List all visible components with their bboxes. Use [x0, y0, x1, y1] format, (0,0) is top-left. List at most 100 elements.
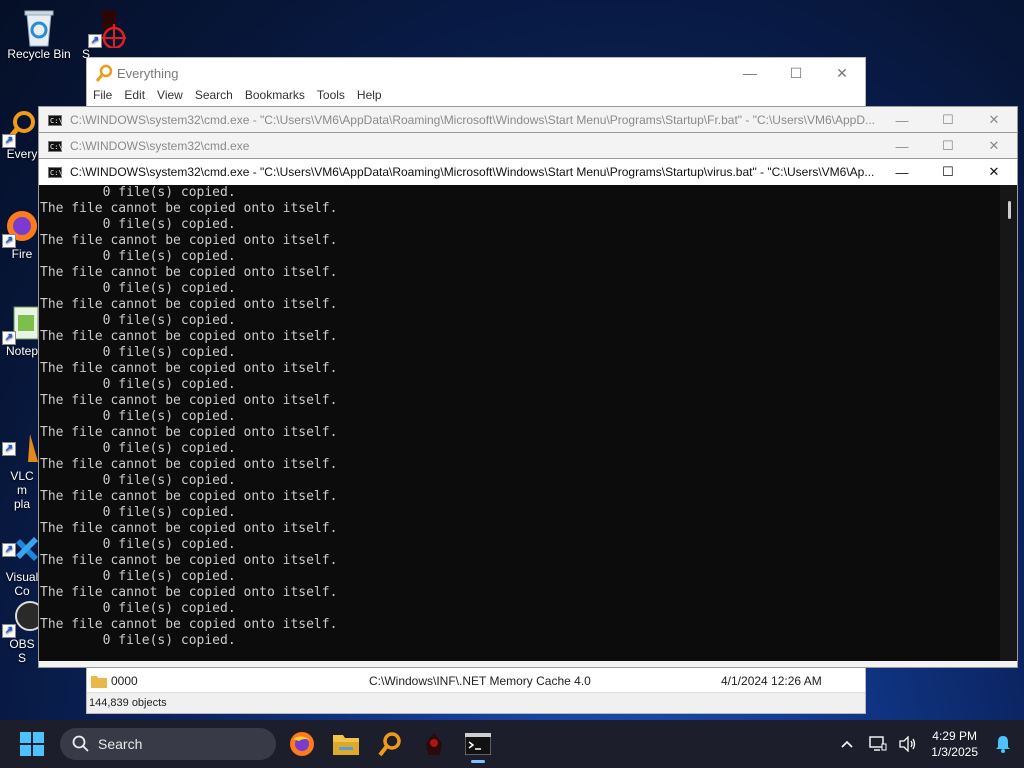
maximize-button[interactable]: ☐ — [773, 58, 819, 88]
cmd-titlebar[interactable]: C:\ C:\WINDOWS\system32\cmd.exe - "C:\Us… — [39, 107, 1017, 133]
menu-search[interactable]: Search — [195, 88, 233, 106]
taskbar-cmd[interactable] — [458, 724, 498, 764]
scrollbar-thumb[interactable] — [1008, 201, 1011, 219]
close-button[interactable]: ✕ — [819, 58, 865, 88]
console-line: The file cannot be copied onto itself. — [40, 425, 338, 440]
console-line: The file cannot be copied onto itself. — [40, 489, 338, 504]
cmd-window-fr[interactable]: C:\ C:\WINDOWS\system32\cmd.exe - "C:\Us… — [38, 106, 1018, 134]
result-path: C:\Windows\INF\.NET Memory Cache 4.0 — [369, 674, 591, 688]
taskbar-search[interactable]: Search — [60, 728, 276, 760]
desktop-icon-obs[interactable]: ↗ OBS S — [2, 598, 45, 665]
console-line: The file cannot be copied onto itself. — [40, 617, 338, 632]
menu-view[interactable]: View — [157, 88, 183, 106]
everything-shortcut-icon: ↗ — [2, 108, 40, 148]
desktop-icon-label: Fire — [11, 247, 33, 261]
console-line: 0 file(s) copied. — [40, 537, 236, 552]
shortcut-arrow-icon: ↗ — [88, 34, 102, 48]
menu-file[interactable]: File — [93, 88, 112, 106]
notifications-button[interactable] — [992, 724, 1014, 764]
menu-tools[interactable]: Tools — [317, 88, 345, 106]
desktop-icon-label: Recycle Bin — [7, 47, 71, 61]
console-line: 0 file(s) copied. — [40, 313, 236, 328]
maximize-button[interactable]: ☐ — [925, 133, 971, 159]
taskbar-firefox[interactable] — [282, 724, 322, 764]
everything-icon — [95, 64, 113, 82]
desktop-icon-everything[interactable]: ↗ Every — [2, 108, 40, 161]
everything-statusbar: 144,839 objects — [87, 692, 865, 713]
cmd-icon — [465, 733, 491, 755]
menu-bookmarks[interactable]: Bookmarks — [245, 88, 305, 106]
shortcut-arrow-icon: ↗ — [2, 543, 16, 557]
tray-overflow-button[interactable] — [833, 724, 861, 764]
console-line: 0 file(s) copied. — [40, 473, 236, 488]
close-button[interactable]: ✕ — [971, 107, 1017, 133]
minimize-button[interactable]: — — [879, 159, 925, 185]
everything-titlebar[interactable]: Everything — ☐ ✕ — [87, 58, 865, 88]
desktop-icon-notepad[interactable]: ↗ Notep — [2, 305, 40, 358]
taskbar: Search 4:29 PM 1/3/2025 — [0, 720, 1024, 768]
vscode-shortcut-icon: ↗ — [2, 517, 40, 561]
clock[interactable]: 4:29 PM 1/3/2025 — [931, 728, 978, 760]
console-line: The file cannot be copied onto itself. — [40, 393, 338, 408]
console-line: The file cannot be copied onto itself. — [40, 329, 338, 344]
object-count: 144,839 objects — [89, 697, 167, 709]
maximize-button[interactable]: ☐ — [925, 159, 971, 185]
console-line: 0 file(s) copied. — [40, 249, 236, 264]
firefox-icon — [290, 732, 314, 756]
menu-edit[interactable]: Edit — [124, 88, 145, 106]
close-button[interactable]: ✕ — [971, 159, 1017, 185]
chevron-up-icon — [841, 740, 853, 748]
clock-time: 4:29 PM — [932, 729, 977, 743]
console-line: 0 file(s) copied. — [40, 217, 236, 232]
console-line: The file cannot be copied onto itself. — [40, 585, 338, 600]
volume-icon — [899, 736, 916, 752]
cmd-window-plain[interactable]: C:\ C:\WINDOWS\system32\cmd.exe — ☐ ✕ — [38, 132, 1018, 160]
console-line: The file cannot be copied onto itself. — [40, 297, 338, 312]
firefox-shortcut-icon: ↗ — [2, 208, 40, 248]
result-date: 4/1/2024 12:26 AM — [721, 674, 822, 688]
clock-date: 1/3/2025 — [931, 745, 978, 759]
menu-help[interactable]: Help — [357, 88, 382, 106]
desktop-icon-firefox[interactable]: ↗ Fire — [2, 208, 40, 261]
minimize-button[interactable]: — — [727, 58, 773, 88]
start-button[interactable] — [12, 724, 52, 764]
close-button[interactable]: ✕ — [971, 133, 1017, 159]
desktop-icon-vscode[interactable]: ↗ Visual Co — [2, 503, 40, 612]
recycle-bin-icon — [21, 8, 57, 47]
cmd-window-virus[interactable]: C:\ C:\WINDOWS\system32\cmd.exe - "C:\Us… — [38, 158, 1018, 668]
taskbar-file-explorer[interactable] — [326, 724, 366, 764]
cmd-titlebar[interactable]: C:\ C:\WINDOWS\system32\cmd.exe - "C:\Us… — [39, 159, 1017, 185]
cmd-icon: C:\ — [48, 114, 63, 126]
cmd-titlebar[interactable]: C:\ C:\WINDOWS\system32\cmd.exe — ☐ ✕ — [39, 133, 1017, 159]
console-output[interactable]: 0 file(s) copied. The file cannot be copi… — [39, 185, 1017, 661]
desktop-icon-recycle-bin[interactable]: Recycle Bin — [4, 8, 74, 61]
desktop-icon-crosshair[interactable]: ↗ S — [82, 8, 132, 61]
folder-icon — [91, 676, 107, 688]
everything-menubar: File Edit View Search Bookmarks Tools He… — [87, 88, 865, 106]
file-explorer-icon — [333, 735, 359, 755]
console-line: 0 file(s) copied. — [40, 345, 236, 360]
system-tray: 4:29 PM 1/3/2025 — [831, 724, 1024, 764]
console-line: The file cannot be copied onto itself. — [40, 265, 338, 280]
maximize-button[interactable]: ☐ — [925, 107, 971, 133]
network-button[interactable] — [865, 724, 891, 764]
windows-logo-icon — [20, 732, 44, 756]
console-line: 0 file(s) copied. — [40, 601, 236, 616]
volume-button[interactable] — [895, 724, 921, 764]
console-line: 0 file(s) copied. — [40, 281, 236, 296]
result-row[interactable]: 0000 C:\Windows\INF\.NET Memory Cache 4.… — [87, 670, 865, 692]
console-lines: 0 file(s) copied. The file cannot be copi… — [40, 185, 337, 649]
console-line: The file cannot be copied onto itself. — [40, 361, 338, 376]
minimize-button[interactable]: — — [879, 107, 925, 133]
desktop: Recycle Bin ↗ S ↗ Every ↗ Fire ↗ Notep ↗… — [0, 0, 1024, 768]
console-scrollbar[interactable] — [1000, 185, 1017, 661]
taskbar-hacker-tool[interactable] — [414, 724, 454, 764]
desktop-icon-label: Visual Co — [5, 570, 39, 598]
search-icon — [72, 735, 89, 752]
console-line: 0 file(s) copied. — [40, 185, 236, 200]
cmd-title-text: C:\WINDOWS\system32\cmd.exe - "C:\Users\… — [70, 165, 875, 179]
console-line: 0 file(s) copied. — [40, 377, 236, 392]
cmd-title-text: C:\WINDOWS\system32\cmd.exe — [70, 139, 250, 153]
minimize-button[interactable]: — — [879, 133, 925, 159]
taskbar-everything[interactable] — [370, 724, 410, 764]
